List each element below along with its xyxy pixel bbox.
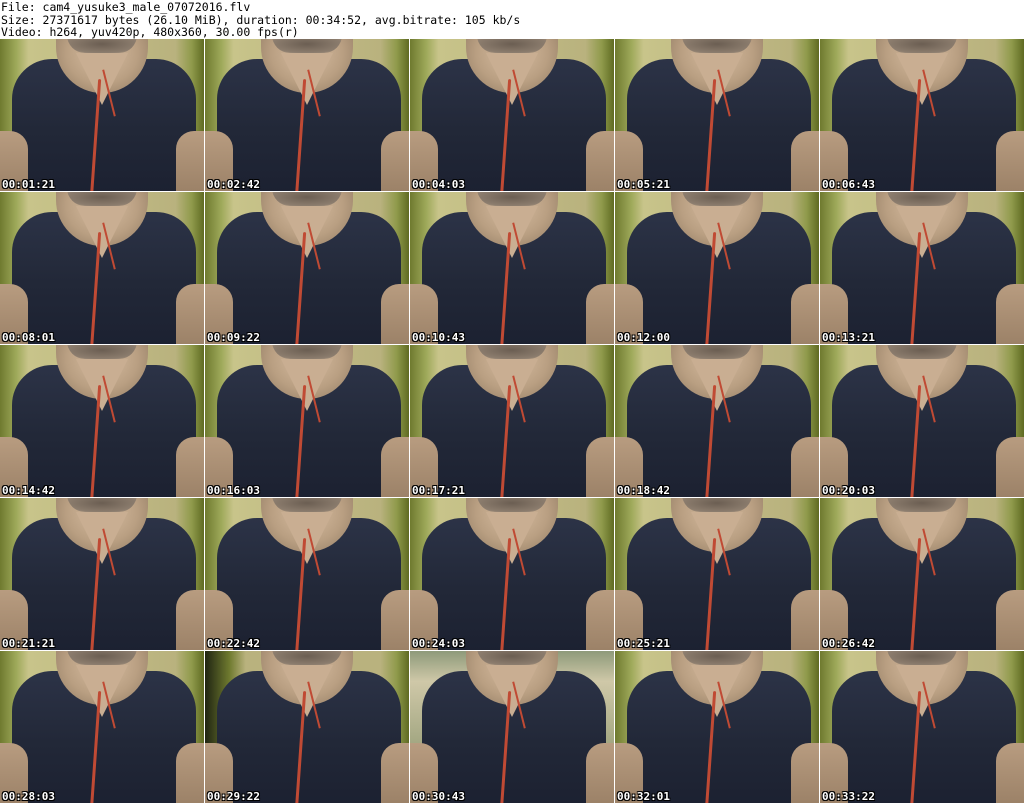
thumbnail-timestamp: 00:01:21 bbox=[2, 178, 55, 191]
thumbnail: 00:21:21 bbox=[0, 498, 204, 650]
thumbnail: 00:10:43 bbox=[410, 192, 614, 344]
thumbnail: 00:08:01 bbox=[0, 192, 204, 344]
thumbnail-timestamp: 00:05:21 bbox=[617, 178, 670, 191]
thumbnail-timestamp: 00:32:01 bbox=[617, 790, 670, 803]
thumbnail-timestamp: 00:21:21 bbox=[2, 637, 55, 650]
thumbnail: 00:26:42 bbox=[820, 498, 1024, 650]
thumbnail-timestamp: 00:12:00 bbox=[617, 331, 670, 344]
thumbnail: 00:29:22 bbox=[205, 651, 409, 803]
thumbnail: 00:25:21 bbox=[615, 498, 819, 650]
thumbnail-timestamp: 00:29:22 bbox=[207, 790, 260, 803]
file-info-header: File: cam4_yusuke3_male_07072016.flv Siz… bbox=[0, 0, 1024, 39]
thumbnail: 00:04:03 bbox=[410, 39, 614, 191]
video-info-line: Video: h264, yuv420p, 480x360, 30.00 fps… bbox=[1, 25, 299, 39]
thumbnail-timestamp: 00:26:42 bbox=[822, 637, 875, 650]
thumbnail: 00:30:43 bbox=[410, 651, 614, 803]
thumbnail: 00:32:01 bbox=[615, 651, 819, 803]
thumbnail-timestamp: 00:17:21 bbox=[412, 484, 465, 497]
thumbnail: 00:22:42 bbox=[205, 498, 409, 650]
thumbnail: 00:33:22 bbox=[820, 651, 1024, 803]
thumbnail-timestamp: 00:04:03 bbox=[412, 178, 465, 191]
thumbnail-timestamp: 00:18:42 bbox=[617, 484, 670, 497]
thumbnail: 00:28:03 bbox=[0, 651, 204, 803]
thumbnail-timestamp: 00:09:22 bbox=[207, 331, 260, 344]
thumbnail-timestamp: 00:02:42 bbox=[207, 178, 260, 191]
thumbnail-timestamp: 00:13:21 bbox=[822, 331, 875, 344]
thumbnail-timestamp: 00:20:03 bbox=[822, 484, 875, 497]
thumbnail: 00:12:00 bbox=[615, 192, 819, 344]
thumbnail-timestamp: 00:08:01 bbox=[2, 331, 55, 344]
thumbnail-timestamp: 00:33:22 bbox=[822, 790, 875, 803]
thumbnail-grid: 00:01:21 00:02:42 00:04:03 00:05:21 00:0… bbox=[0, 39, 1024, 803]
thumbnail: 00:18:42 bbox=[615, 345, 819, 497]
thumbnail-timestamp: 00:28:03 bbox=[2, 790, 55, 803]
thumbnail: 00:05:21 bbox=[615, 39, 819, 191]
thumbnail: 00:24:03 bbox=[410, 498, 614, 650]
thumbnail: 00:17:21 bbox=[410, 345, 614, 497]
thumbnail-timestamp: 00:25:21 bbox=[617, 637, 670, 650]
thumbnail: 00:13:21 bbox=[820, 192, 1024, 344]
thumbnail-timestamp: 00:14:42 bbox=[2, 484, 55, 497]
thumbnail: 00:02:42 bbox=[205, 39, 409, 191]
thumbnail-timestamp: 00:16:03 bbox=[207, 484, 260, 497]
thumbnail-timestamp: 00:06:43 bbox=[822, 178, 875, 191]
thumbnail-timestamp: 00:10:43 bbox=[412, 331, 465, 344]
thumbnail-timestamp: 00:24:03 bbox=[412, 637, 465, 650]
thumbnail: 00:06:43 bbox=[820, 39, 1024, 191]
thumbnail: 00:09:22 bbox=[205, 192, 409, 344]
thumbnail: 00:14:42 bbox=[0, 345, 204, 497]
thumbnail-timestamp: 00:30:43 bbox=[412, 790, 465, 803]
thumbnail: 00:20:03 bbox=[820, 345, 1024, 497]
thumbnail-timestamp: 00:22:42 bbox=[207, 637, 260, 650]
thumbnail: 00:16:03 bbox=[205, 345, 409, 497]
thumbnail: 00:01:21 bbox=[0, 39, 204, 191]
